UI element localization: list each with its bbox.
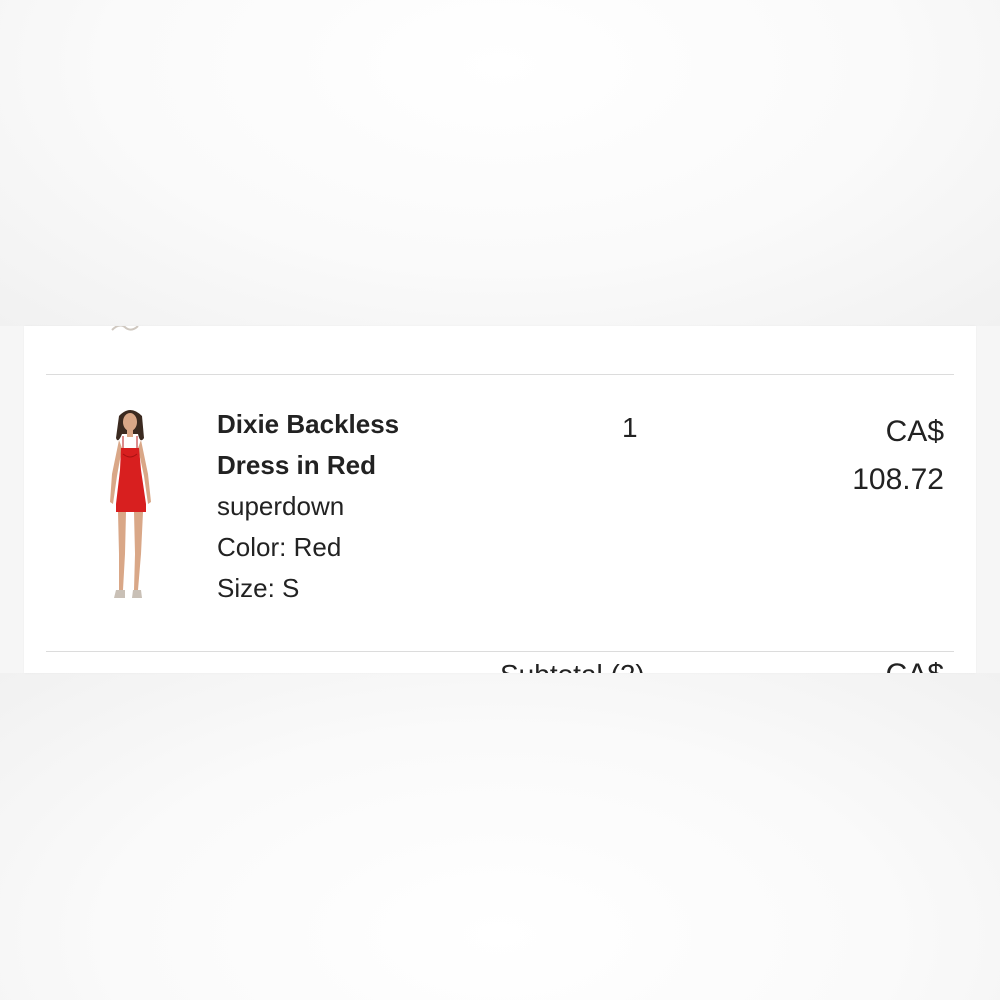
item-price-amount: 108.72 bbox=[852, 463, 944, 496]
item-quantity: 1 bbox=[622, 412, 638, 443]
row-divider-bottom bbox=[46, 651, 954, 652]
product-photo-icon[interactable] bbox=[94, 404, 164, 609]
photo-background-bottom bbox=[0, 673, 1000, 1000]
product-brand: superdown bbox=[217, 491, 345, 521]
product-name-line2[interactable]: Dress in Red bbox=[217, 445, 447, 486]
product-color: Color: Red bbox=[217, 532, 342, 562]
product-size: Size: S bbox=[217, 573, 300, 603]
photo-background-top bbox=[0, 0, 1000, 326]
item-price: CA$ 108.72 bbox=[852, 408, 944, 504]
product-details: Dixie Backless Dress in Red superdown Co… bbox=[217, 404, 447, 609]
order-summary-card: Dixie Backless Dress in Red superdown Co… bbox=[24, 326, 976, 673]
item-price-currency: CA$ bbox=[885, 415, 944, 448]
cropped-item-fragment bbox=[111, 326, 139, 331]
subtotal-currency: CA$ bbox=[886, 658, 944, 673]
product-name-line1[interactable]: Dixie Backless bbox=[217, 404, 447, 445]
row-divider-top bbox=[46, 374, 954, 375]
subtotal-label: Subtotal (2) bbox=[500, 658, 645, 673]
